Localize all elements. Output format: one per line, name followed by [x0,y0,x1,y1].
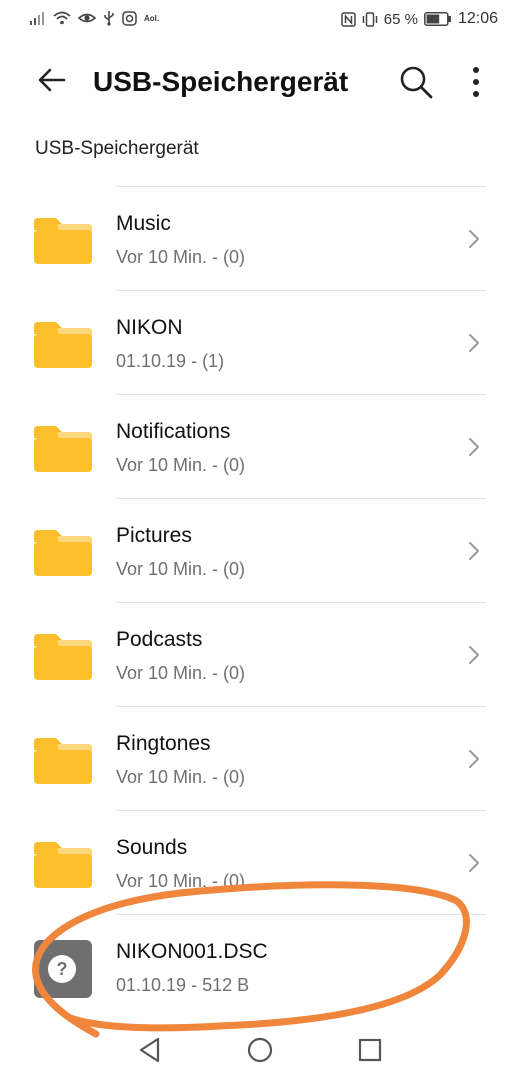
list-item[interactable]: Ringtones Vor 10 Min. - (0) [0,706,520,810]
eye-icon [78,13,96,23]
item-meta: Vor 10 Min. - (0) [116,247,246,267]
item-meta: Vor 10 Min. - (0) [116,559,246,579]
nfc-icon [341,11,356,27]
vibrate-icon [362,11,377,27]
item-name: Sounds [116,836,188,859]
folder-icon [34,738,92,784]
instagram-icon [122,10,137,26]
list-item[interactable]: Sounds Vor 10 Min. - (0) [0,810,520,914]
item-name: Ringtones [116,732,211,755]
usb-icon [104,11,114,26]
chevron-right-icon [469,230,479,248]
item-name: Pictures [116,524,192,547]
list-item[interactable]: Pictures Vor 10 Min. - (0) [0,498,520,602]
divider [116,810,486,811]
folder-icon [34,634,92,680]
aol-label: Aol. [144,13,160,23]
divider [116,186,486,187]
battery-icon [424,12,451,26]
folder-icon [34,530,92,576]
breadcrumb[interactable]: USB-Speichergerät [35,138,199,160]
divider [116,498,486,499]
item-meta: 01.10.19 - (1) [116,351,225,371]
chevron-right-icon [469,542,479,560]
item-meta: Vor 10 Min. - (0) [116,767,246,787]
list-item[interactable]: Podcasts Vor 10 Min. - (0) [0,602,520,706]
battery-percent: 65 % [383,10,418,28]
back-triangle-icon[interactable] [136,1036,164,1064]
chevron-right-icon [469,854,479,872]
system-nav-bar [0,1020,520,1080]
file-list: Music Vor 10 Min. - (0) NIKON 01.10.19 -… [0,186,520,1018]
folder-icon [34,322,92,368]
item-name: NIKON001.DSC [116,940,268,963]
item-meta: Vor 10 Min. - (0) [116,663,246,683]
divider [116,914,486,915]
clock: 12:06 [457,10,498,27]
item-name: Notifications [116,420,231,443]
item-name: Music [116,212,171,235]
app-bar: USB-Speichergerät [0,50,520,114]
status-right: 65 % 12:06 [341,10,498,28]
item-name: NIKON [116,316,183,339]
wifi-icon [53,11,71,25]
recents-square-icon[interactable] [356,1036,384,1064]
list-item[interactable]: NIKON 01.10.19 - (1) [0,290,520,394]
home-circle-icon[interactable] [246,1036,274,1064]
item-meta: Vor 10 Min. - (0) [116,455,246,475]
page-title: USB-Speichergerät [93,66,349,97]
chevron-right-icon [469,334,479,352]
divider [116,706,486,707]
item-meta: 01.10.19 - 512 B [116,975,250,995]
divider [116,394,486,395]
divider [116,290,486,291]
folder-icon [34,426,92,472]
item-meta: Vor 10 Min. - (0) [116,871,246,891]
list-item[interactable]: Notifications Vor 10 Min. - (0) [0,394,520,498]
list-item-file[interactable]: ? NIKON001.DSC 01.10.19 - 512 B [0,914,520,1018]
search-icon[interactable] [398,64,434,100]
unknown-file-icon: ? [34,940,92,998]
item-name: Podcasts [116,628,203,651]
status-left: Aol. [30,10,159,26]
chevron-right-icon [469,646,479,664]
status-bar: Aol. 65 % 12:06 [0,0,520,40]
question-mark-icon: ? [48,955,76,983]
back-arrow-icon[interactable] [36,64,68,96]
chevron-right-icon [469,750,479,768]
divider [116,602,486,603]
chevron-right-icon [469,438,479,456]
more-vert-icon[interactable] [464,64,488,100]
folder-icon [34,842,92,888]
folder-icon [34,218,92,264]
list-item[interactable]: Music Vor 10 Min. - (0) [0,186,520,290]
signal-icon [30,12,44,25]
